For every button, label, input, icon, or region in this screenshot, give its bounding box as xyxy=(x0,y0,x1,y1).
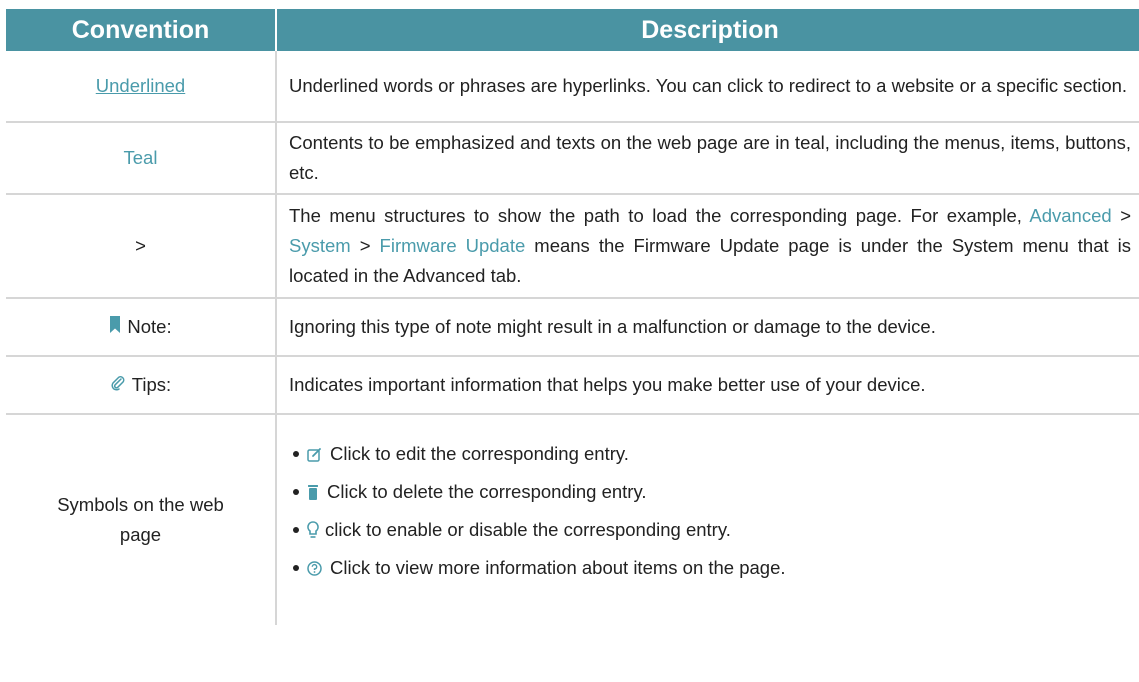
table-row-note: Note: Ignoring this type of note might r… xyxy=(6,299,1139,357)
path-advanced: Advanced xyxy=(1029,205,1112,226)
description-cell: Ignoring this type of note might result … xyxy=(277,299,1139,355)
path-symbol: > xyxy=(135,235,146,256)
list-item: Click to delete the corresponding entry. xyxy=(289,473,1131,511)
description-cell: Underlined words or phrases are hyperlin… xyxy=(277,51,1139,121)
table-header-row: Convention Description xyxy=(6,9,1139,51)
description-cell: Contents to be emphasized and texts on t… xyxy=(277,123,1139,193)
description-text: Indicates important information that hel… xyxy=(289,374,926,395)
description-text: Underlined words or phrases are hyperlin… xyxy=(289,75,1128,96)
lightbulb-icon xyxy=(307,520,319,540)
table-row-menu-path: > The menu structures to show the path t… xyxy=(6,195,1139,299)
trash-icon xyxy=(307,484,319,500)
description-text: The menu structures to show the path to … xyxy=(289,201,1131,291)
bullet-text: Click to view more information about ite… xyxy=(330,557,786,578)
table-row-symbols: Symbols on the web page Click to edit th… xyxy=(6,415,1139,625)
header-description: Description xyxy=(641,15,779,44)
description-cell: Indicates important information that hel… xyxy=(277,357,1139,413)
convention-cell: Tips: xyxy=(6,357,277,413)
bullet-dot xyxy=(293,451,299,457)
description-cell: Click to edit the corresponding entry. C… xyxy=(277,415,1139,625)
description-pre: The menu structures to show the path to … xyxy=(289,205,1030,226)
bullet-dot xyxy=(293,565,299,571)
teal-label: Teal xyxy=(123,147,158,168)
bookmark-icon xyxy=(109,316,121,338)
table-row-teal: Teal Contents to be emphasized and texts… xyxy=(6,123,1139,195)
note-label: Note: xyxy=(127,316,172,337)
path-separator: > xyxy=(359,235,371,256)
symbols-label: Symbols on the web page xyxy=(57,494,224,545)
list-item: Click to edit the corresponding entry. xyxy=(289,435,1131,473)
table-row-underlined: Underlined Underlined words or phrases a… xyxy=(6,51,1139,123)
paperclip-icon xyxy=(110,375,126,396)
convention-cell: Teal xyxy=(6,123,277,193)
list-item: click to enable or disable the correspon… xyxy=(289,511,1131,549)
bullet-text: Click to edit the corresponding entry. xyxy=(330,443,629,464)
underlined-link[interactable]: Underlined xyxy=(96,71,185,101)
bullet-dot xyxy=(293,527,299,533)
path-firmware-update: Firmware Update xyxy=(379,235,526,256)
table-row-tips: Tips: Indicates important information th… xyxy=(6,357,1139,415)
description-text: Contents to be emphasized and texts on t… xyxy=(289,132,1131,183)
path-system: System xyxy=(289,235,351,256)
convention-cell: Underlined xyxy=(6,51,277,121)
list-item: Click to view more information about ite… xyxy=(289,549,1131,587)
edit-icon xyxy=(307,447,322,462)
bullet-dot xyxy=(293,489,299,495)
convention-cell: > xyxy=(6,195,277,297)
convention-cell: Note: xyxy=(6,299,277,355)
description-text: Ignoring this type of note might result … xyxy=(289,316,936,337)
help-circle-icon xyxy=(307,560,322,576)
conventions-table: Convention Description Underlined Underl… xyxy=(6,9,1139,625)
symbols-list: Click to edit the corresponding entry. C… xyxy=(289,435,1131,587)
convention-cell: Symbols on the web page xyxy=(6,415,277,625)
header-convention: Convention xyxy=(6,9,277,51)
path-separator: > xyxy=(1120,205,1131,226)
description-cell: The menu structures to show the path to … xyxy=(277,195,1139,297)
bullet-text: Click to delete the corresponding entry. xyxy=(327,481,647,502)
bullet-text: click to enable or disable the correspon… xyxy=(325,519,731,540)
tips-label: Tips: xyxy=(131,374,172,395)
